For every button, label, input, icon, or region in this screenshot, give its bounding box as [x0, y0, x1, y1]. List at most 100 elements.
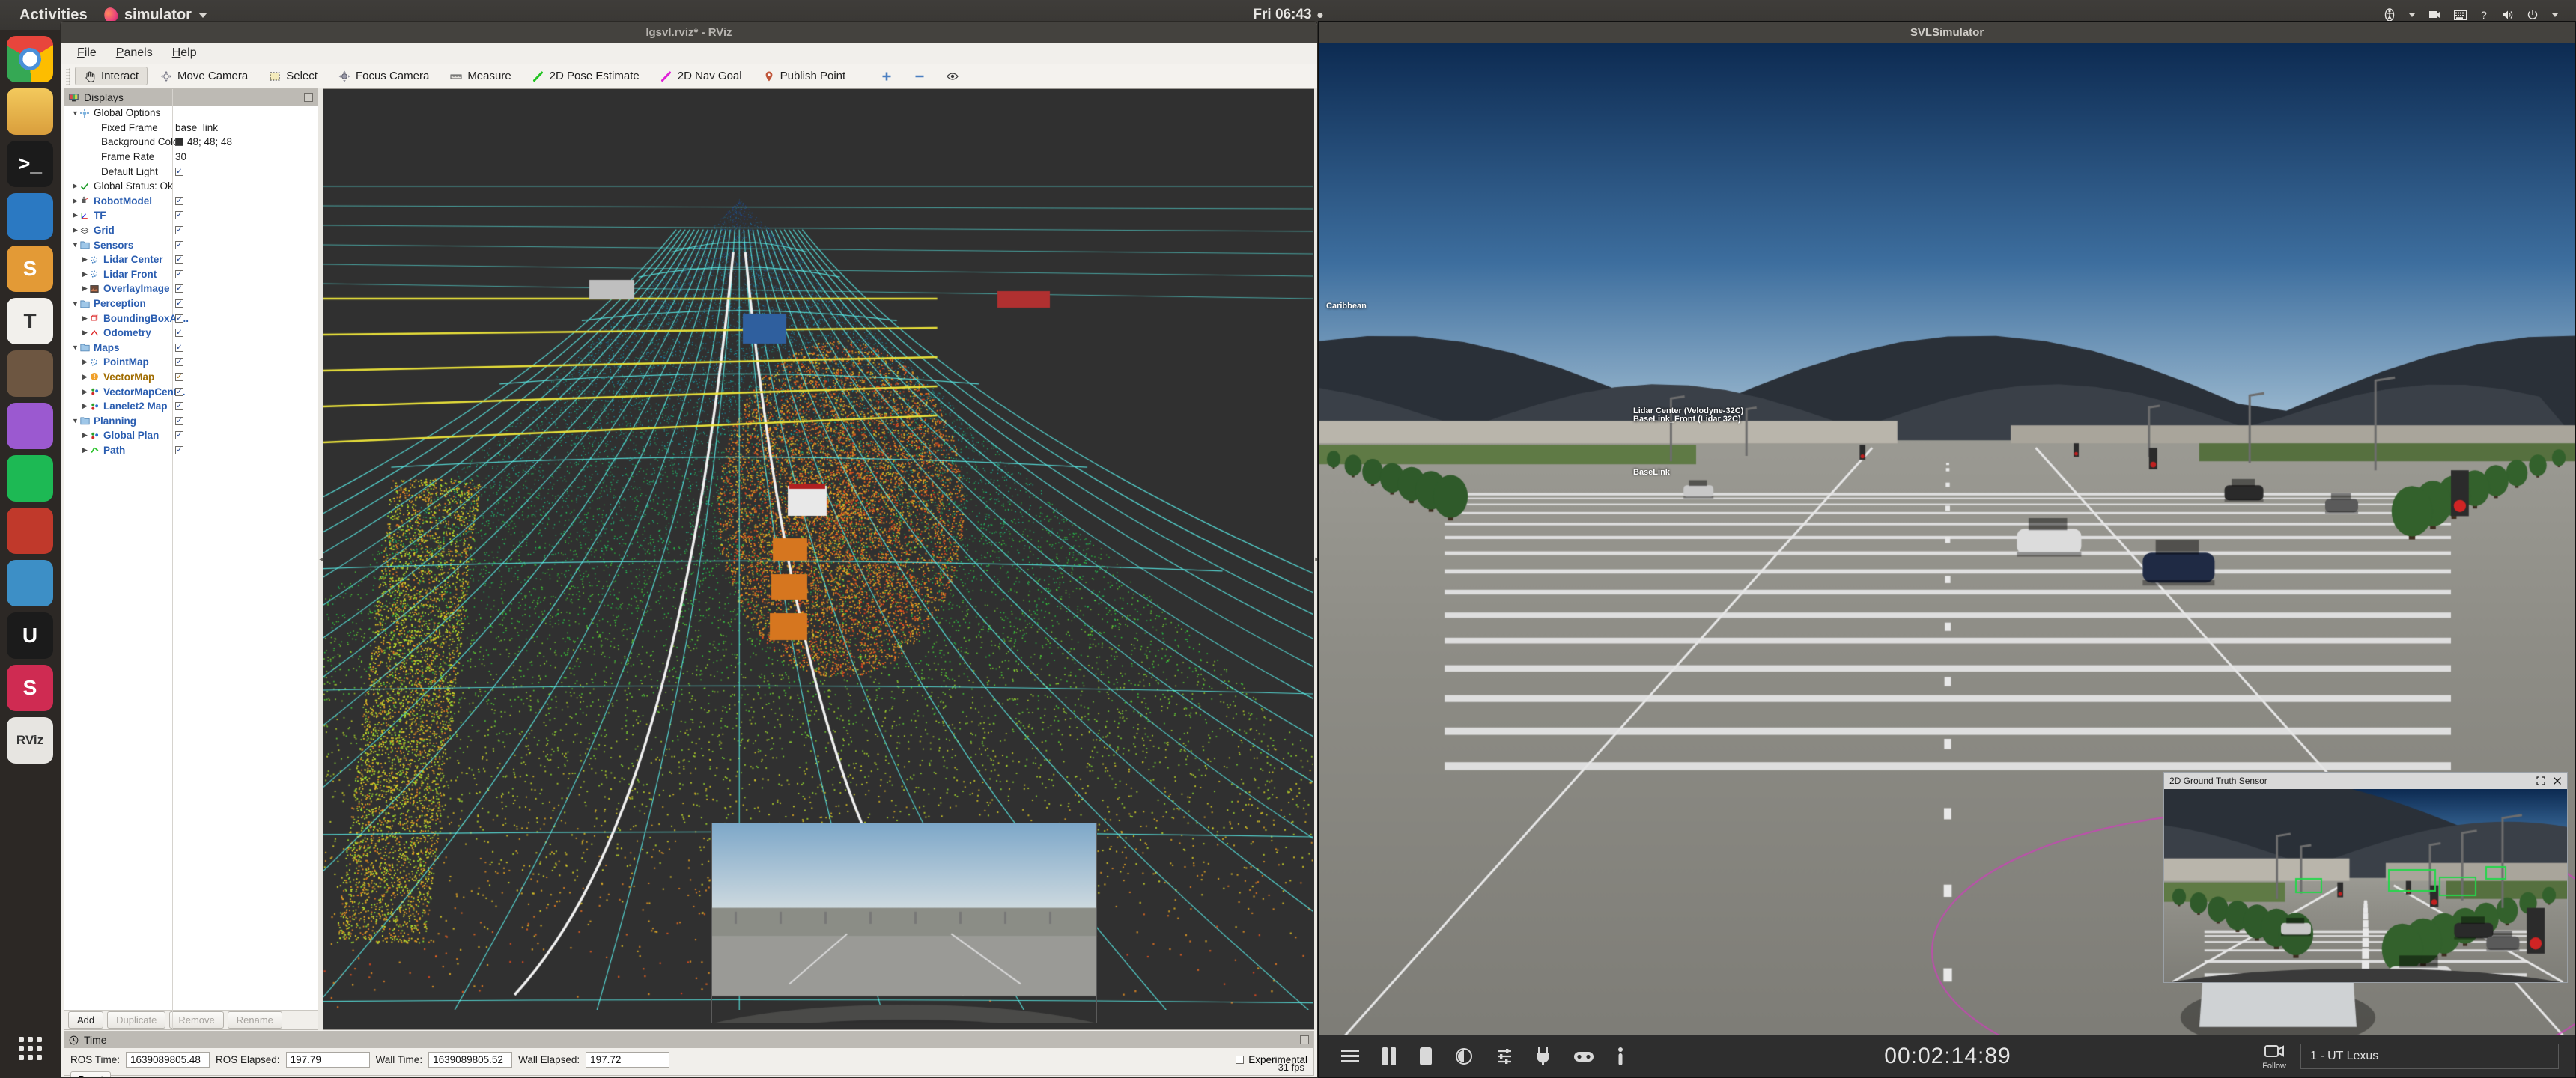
tree-item-value[interactable]: ✓: [175, 211, 183, 220]
tree-item-checkbox[interactable]: ✓: [175, 226, 183, 235]
tree-item-lidar-front[interactable]: ▶ Lidar Front ✓: [64, 267, 318, 282]
tree-item-checkbox[interactable]: ✓: [175, 343, 183, 352]
tree-item-vectormap[interactable]: ▶ VectorMap ✓: [64, 370, 318, 385]
tree-item-value[interactable]: ✓: [175, 270, 183, 278]
tree-item-odometry[interactable]: ▶ Odometry ✓: [64, 326, 318, 341]
chevron-right-icon[interactable]: ▶: [70, 197, 80, 205]
toolbar-visibility-button[interactable]: [938, 68, 967, 85]
tree-item-value[interactable]: ✓: [175, 416, 183, 425]
tree-item-checkbox[interactable]: ✓: [175, 372, 183, 381]
tree-item-value[interactable]: ✓: [175, 402, 183, 411]
chevron-down-icon[interactable]: ▼: [70, 417, 80, 424]
ros-elapsed-input[interactable]: [285, 1052, 370, 1068]
dock-item-godot[interactable]: [7, 560, 53, 606]
tree-item-value[interactable]: ✓: [175, 167, 183, 176]
dock-item-text-editor[interactable]: T: [7, 298, 53, 344]
dock-item-chrome[interactable]: [7, 36, 53, 82]
volume-icon[interactable]: [2501, 9, 2513, 21]
close-icon[interactable]: [2553, 776, 2562, 785]
tree-item-value[interactable]: ✓: [175, 358, 183, 367]
chevron-right-icon[interactable]: ▶: [80, 270, 90, 278]
chevron-down-icon[interactable]: [2552, 13, 2558, 17]
chevron-down-icon[interactable]: ▼: [70, 300, 80, 308]
tool-interact[interactable]: Interact: [75, 67, 148, 85]
chevron-right-icon[interactable]: ▶: [80, 284, 90, 293]
info-icon[interactable]: [1617, 1047, 1624, 1065]
tree-item-value[interactable]: ✓: [175, 329, 183, 338]
chevron-right-icon[interactable]: ▶: [80, 388, 90, 396]
tree-item-value[interactable]: ✓: [175, 196, 183, 205]
chevron-right-icon[interactable]: ▶: [80, 402, 90, 410]
camera-follow-button[interactable]: Follow: [2262, 1042, 2286, 1071]
tree-item-perception[interactable]: ▼ Perception ✓: [64, 296, 318, 311]
help-icon[interactable]: ?: [2480, 9, 2488, 21]
tree-item-checkbox[interactable]: ✓: [175, 329, 183, 338]
chevron-right-icon[interactable]: ▶: [80, 373, 90, 381]
tree-item-checkbox[interactable]: ✓: [175, 284, 183, 293]
tool-select[interactable]: Select: [261, 67, 326, 85]
toolbar-remove-tool-button[interactable]: [905, 68, 934, 85]
tree-item-value[interactable]: ✓: [175, 314, 183, 323]
tree-item-value[interactable]: ✓: [175, 387, 183, 396]
chevron-down-icon[interactable]: ▼: [70, 344, 80, 351]
tree-item-value[interactable]: ✓: [175, 372, 183, 381]
tree-item-checkbox[interactable]: ✓: [175, 445, 183, 454]
chevron-down-icon[interactable]: ▼: [70, 241, 80, 249]
dock-item-rviz[interactable]: RViz: [7, 717, 53, 764]
tree-item-value[interactable]: 48; 48; 48: [175, 136, 232, 147]
chevron-right-icon[interactable]: ▶: [80, 329, 90, 337]
tree-item-global-options[interactable]: ▼ Global Options: [64, 106, 318, 121]
chevron-down-icon[interactable]: [2409, 13, 2415, 17]
wall-elapsed-input[interactable]: [586, 1052, 670, 1068]
chevron-down-icon[interactable]: ▼: [70, 109, 80, 117]
tree-item-checkbox[interactable]: ✓: [175, 387, 183, 396]
svl-scene-view[interactable]: Caribbean Lidar Center (Velodyne-32C) Base…: [1319, 43, 2575, 1037]
tree-item-vectormapcent[interactable]: ▶ VectorMapCent... ✓: [64, 384, 318, 399]
chevron-right-icon[interactable]: ▶: [80, 446, 90, 454]
chevron-right-icon[interactable]: ▶: [80, 431, 90, 439]
chevron-right-icon[interactable]: ▶: [80, 314, 90, 323]
add-display-button[interactable]: Add: [68, 1011, 104, 1029]
dock-item-vscode[interactable]: [7, 193, 53, 240]
power-icon[interactable]: [2527, 9, 2539, 21]
tree-item-boundingboxar[interactable]: ▶ BoundingBoxAr... ✓: [64, 311, 318, 326]
tree-item-frame-rate[interactable]: Frame Rate 30: [64, 150, 318, 165]
tool-publish-point[interactable]: Publish Point: [755, 67, 854, 85]
tree-item-value[interactable]: ✓: [175, 431, 183, 440]
tree-item-checkbox[interactable]: ✓: [175, 167, 183, 176]
tree-item-planning[interactable]: ▼ Planning ✓: [64, 413, 318, 428]
accessibility-icon[interactable]: [2384, 8, 2396, 22]
toolbar-grip[interactable]: [66, 67, 70, 85]
tree-item-checkbox[interactable]: ✓: [175, 416, 183, 425]
tree-item-value[interactable]: ✓: [175, 343, 183, 352]
tree-item-maps[interactable]: ▼ Maps ✓: [64, 341, 318, 356]
tree-item-tf[interactable]: ▶ TF ✓: [64, 208, 318, 223]
tree-item-checkbox[interactable]: ✓: [175, 196, 183, 205]
tree-item-background-color[interactable]: Background Color 48; 48; 48: [64, 135, 318, 150]
display-icon[interactable]: [2428, 10, 2440, 20]
tree-item-checkbox[interactable]: ✓: [175, 255, 183, 264]
tree-item-path[interactable]: ▶ Path ✓: [64, 443, 318, 458]
dock-item-meshlab[interactable]: [7, 508, 53, 554]
menu-help[interactable]: Help: [172, 46, 197, 60]
dock-item-sublime[interactable]: S: [7, 246, 53, 292]
dock-item-spotify[interactable]: [7, 455, 53, 502]
tree-item-default-light[interactable]: Default Light ✓: [64, 164, 318, 179]
tree-item-checkbox[interactable]: ✓: [175, 240, 183, 249]
expand-icon[interactable]: [2536, 776, 2545, 785]
sliders-icon[interactable]: [1495, 1047, 1513, 1065]
pause-icon[interactable]: [1382, 1047, 1397, 1065]
tree-item-pointmap[interactable]: ▶ PointMap ✓: [64, 355, 318, 370]
toolbar-add-tool-button[interactable]: [872, 68, 901, 85]
displays-tree[interactable]: ▼ Global Options Fixed Frame base_link Backg…: [64, 89, 318, 1029]
tree-item-value[interactable]: ✓: [175, 226, 183, 235]
tree-item-global-status-ok[interactable]: ▶ Global Status: Ok: [64, 179, 318, 194]
stop-icon[interactable]: [1419, 1047, 1433, 1065]
tree-item-lanelet2-map[interactable]: ▶ Lanelet2 Map ✓: [64, 399, 318, 414]
chevron-right-icon[interactable]: ▶: [70, 211, 80, 219]
tree-item-robotmodel[interactable]: ▶ RobotModel ✓: [64, 194, 318, 209]
reset-button[interactable]: Reset: [70, 1071, 111, 1077]
chevron-right-icon[interactable]: ▶: [80, 358, 90, 366]
tree-item-sensors[interactable]: ▼ Sensors ✓: [64, 237, 318, 252]
ros-time-input[interactable]: [126, 1052, 210, 1068]
